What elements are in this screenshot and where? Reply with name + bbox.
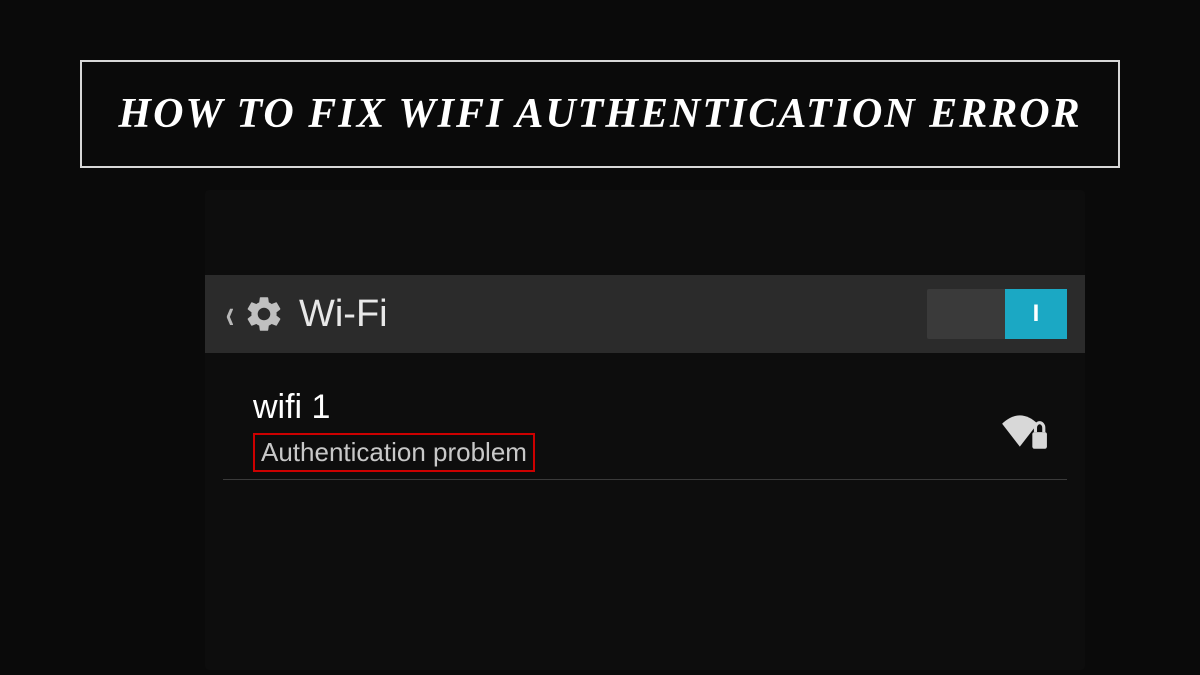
wifi-settings-header: ‹ Wi-Fi I — [205, 275, 1085, 353]
wifi-network-row[interactable]: wifi 1 Authentication problem — [223, 380, 1067, 480]
gear-icon — [243, 293, 285, 335]
wifi-secured-icon — [999, 409, 1049, 451]
network-text-group: wifi 1 Authentication problem — [253, 388, 999, 472]
wifi-header-label: Wi-Fi — [299, 293, 927, 336]
network-status-error: Authentication problem — [253, 433, 535, 472]
network-name: wifi 1 — [253, 388, 999, 427]
wifi-toggle-switch[interactable]: I — [927, 289, 1067, 339]
toggle-handle-on: I — [1005, 289, 1067, 339]
back-chevron-icon[interactable]: ‹ — [226, 290, 234, 338]
page-title: HOW TO FIX WIFI AUTHENTICATION ERROR — [102, 90, 1098, 138]
phone-screenshot-panel: ‹ Wi-Fi I wifi 1 Authentication problem — [205, 190, 1085, 670]
title-container: HOW TO FIX WIFI AUTHENTICATION ERROR — [80, 60, 1120, 168]
